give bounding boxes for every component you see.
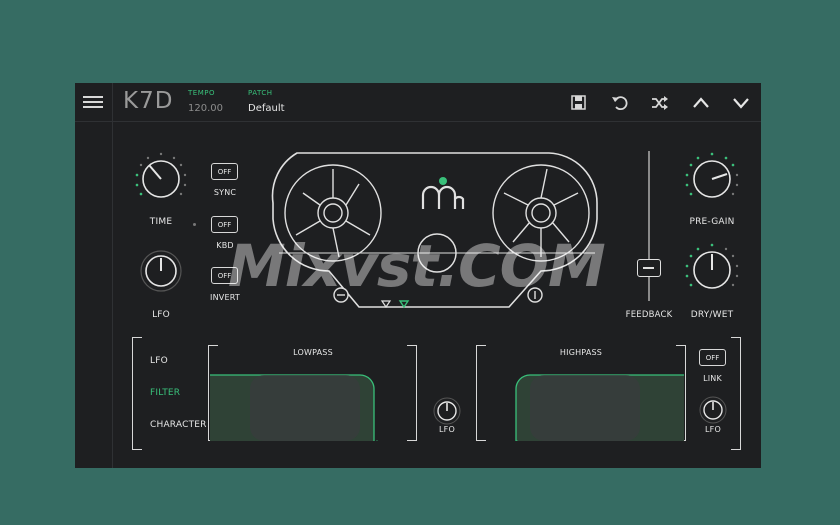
center-lfo-knob[interactable] <box>433 397 461 425</box>
tempo-label: TEMPO <box>188 89 215 97</box>
brand-logo-icon <box>421 177 465 209</box>
time-label: TIME <box>149 217 173 227</box>
header-bar: K7D TEMPO 120.00 PATCH Default <box>75 83 761 468</box>
patch-value[interactable]: Default <box>248 103 285 114</box>
header-divider <box>112 83 113 468</box>
dry-wet-label: DRY/WET <box>690 310 734 320</box>
pre-gain-knob[interactable] <box>682 150 742 208</box>
undo-icon[interactable] <box>611 94 629 112</box>
sync-label: SYNC <box>213 188 237 197</box>
time-indicator-dot <box>193 223 196 226</box>
lfo-label: LFO <box>152 310 170 320</box>
tempo-value[interactable]: 120.00 <box>188 103 223 114</box>
triangle-down-icon[interactable] <box>380 300 392 309</box>
highpass-graph[interactable] <box>510 363 684 448</box>
right-lfo-knob[interactable] <box>699 396 727 424</box>
watermark-text: Mixvst.COM <box>228 232 606 300</box>
triangle-down-active-icon[interactable] <box>398 300 410 309</box>
lfo-knob[interactable] <box>139 249 183 293</box>
time-knob[interactable] <box>132 150 190 208</box>
highpass-label: HIGHPASS <box>559 348 603 357</box>
feedback-slider[interactable] <box>637 151 661 301</box>
sync-toggle[interactable]: OFF <box>211 163 238 180</box>
right-lfo-label: LFO <box>705 425 721 434</box>
feedback-slider-handle[interactable] <box>637 259 661 277</box>
logo: K7D <box>123 88 174 114</box>
pre-gain-label: PRE-GAIN <box>689 217 735 227</box>
shuffle-icon[interactable] <box>651 95 669 111</box>
tab-lfo[interactable]: LFO <box>150 356 168 366</box>
tab-character[interactable]: CHARACTER <box>150 420 207 430</box>
patch-label: PATCH <box>248 89 273 97</box>
tab-filter[interactable]: FILTER <box>150 388 180 398</box>
link-label: LINK <box>703 374 722 383</box>
highpass-bracket-left <box>476 345 486 441</box>
menu-icon[interactable] <box>83 94 103 110</box>
center-lfo-label: LFO <box>439 425 455 434</box>
feedback-label: FEEDBACK <box>625 310 673 320</box>
link-toggle[interactable]: OFF <box>699 349 726 366</box>
link-bracket <box>731 337 741 450</box>
save-icon[interactable] <box>571 95 586 110</box>
lowpass-bracket-right <box>407 345 417 441</box>
lowpass-label: LOWPASS <box>293 348 333 357</box>
chevron-up-icon[interactable] <box>692 95 710 109</box>
tab-group-bracket <box>132 337 142 450</box>
kbd-toggle[interactable]: OFF <box>211 216 238 233</box>
feedback-slider-track <box>648 151 650 301</box>
dry-wet-knob[interactable] <box>682 241 742 299</box>
chevron-down-icon[interactable] <box>732 95 750 109</box>
lowpass-graph[interactable] <box>210 363 384 448</box>
